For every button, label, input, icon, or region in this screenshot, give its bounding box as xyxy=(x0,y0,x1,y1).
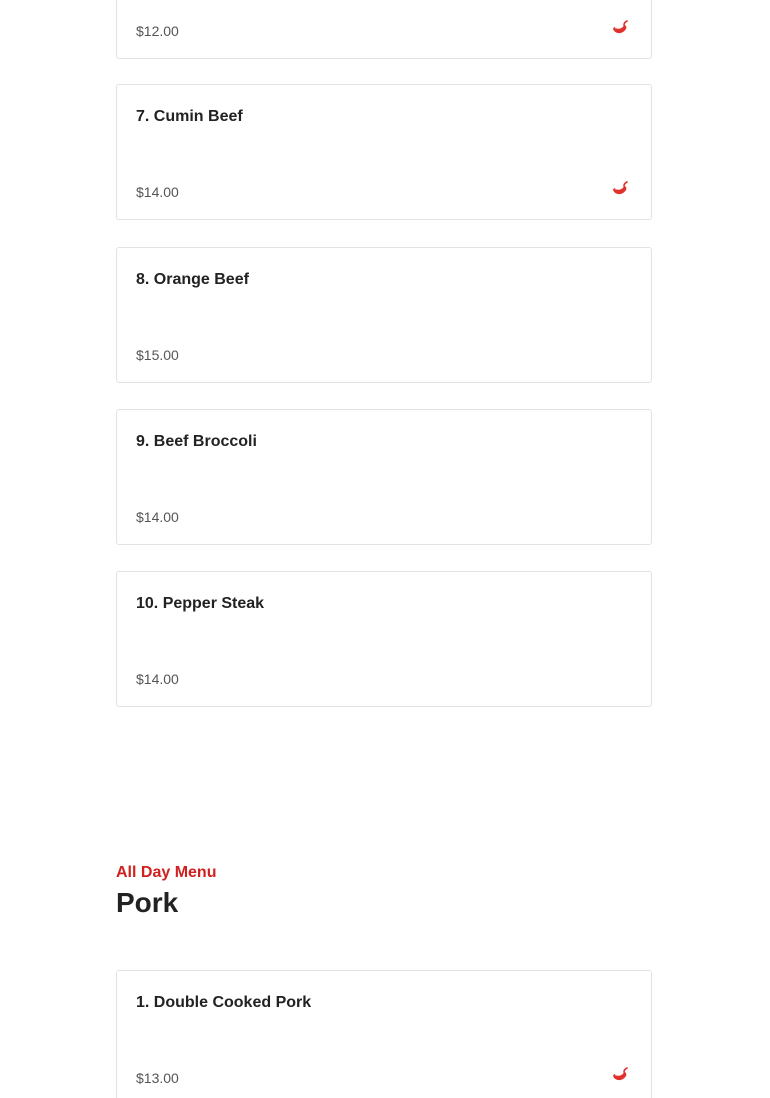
section-eyebrow: All Day Menu xyxy=(116,864,217,881)
menu-item-card[interactable]: $12.00 xyxy=(116,0,652,59)
chili-pepper-icon xyxy=(613,20,628,34)
menu-item-name: 7. Cumin Beef xyxy=(136,108,243,125)
menu-item-card[interactable]: 10. Pepper Steak $14.00 xyxy=(116,571,652,707)
menu-item-card[interactable]: 8. Orange Beef $15.00 xyxy=(116,247,652,383)
menu-item-price: $14.00 xyxy=(136,671,179,687)
menu-item-card[interactable]: 1. Double Cooked Pork $13.00 xyxy=(116,970,652,1098)
menu-item-name: 9. Beef Broccoli xyxy=(136,433,257,450)
menu-item-name: 8. Orange Beef xyxy=(136,271,249,288)
menu-page: $12.00 7. Cumin Beef $14.00 8. Orange Be… xyxy=(0,0,770,1098)
chili-pepper-icon xyxy=(613,181,628,195)
menu-item-price: $13.00 xyxy=(136,1070,179,1086)
menu-item-name: 10. Pepper Steak xyxy=(136,595,265,612)
menu-item-price: $14.00 xyxy=(136,509,179,525)
menu-item-price: $15.00 xyxy=(136,347,179,363)
section-title: Pork xyxy=(116,887,179,918)
menu-item-name: 1. Double Cooked Pork xyxy=(136,994,312,1011)
menu-item-card[interactable]: 9. Beef Broccoli $14.00 xyxy=(116,409,652,545)
chili-pepper-icon xyxy=(613,1067,628,1081)
menu-item-price: $12.00 xyxy=(136,23,179,39)
menu-item-price: $14.00 xyxy=(136,184,179,200)
menu-item-card[interactable]: 7. Cumin Beef $14.00 xyxy=(116,84,652,220)
